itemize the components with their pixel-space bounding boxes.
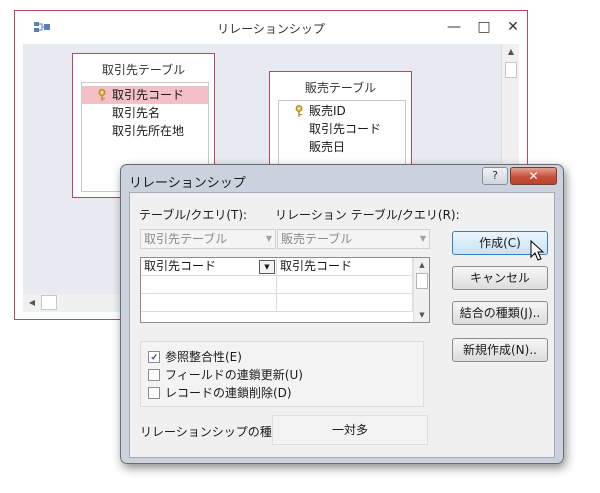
field-item[interactable]: 取引先コード (82, 86, 208, 104)
primary-key-icon (98, 89, 106, 101)
field-item[interactable]: 取引先コード (279, 120, 381, 138)
table-query-combo-value: 取引先テーブル (144, 232, 228, 246)
related-table-query-combo-value: 販売テーブル (281, 232, 353, 246)
field-mapping-grid[interactable]: 取引先コード ▼ 取引先コード ▲ ▼ (140, 257, 430, 323)
grid-scrollbar[interactable]: ▲ ▼ (413, 258, 429, 322)
cascade-update-label: フィールドの連鎖更新(U) (165, 368, 303, 382)
table-box-title: 取引先テーブル (101, 63, 186, 77)
grid-cell-right-value: 取引先コード (280, 259, 353, 273)
grid-cell-empty[interactable] (141, 276, 277, 294)
horizontal-scrollbar[interactable]: ◀ (23, 294, 133, 312)
grid-cell-empty[interactable] (277, 294, 413, 312)
field-name: 取引先名 (112, 106, 161, 120)
checkbox-box[interactable] (148, 387, 160, 399)
grid-cell-left[interactable]: 取引先コード (141, 258, 277, 276)
scroll-thumb-horizontal[interactable] (41, 295, 57, 310)
related-table-query-combo[interactable]: 販売テーブル ▼ (277, 229, 430, 249)
field-item[interactable]: 販売日 (279, 138, 345, 156)
field-item[interactable]: 取引先名 (82, 104, 160, 122)
cancel-button[interactable]: キャンセル (452, 266, 548, 290)
cascade-delete-label: レコードの連鎖削除(D) (165, 386, 292, 400)
chevron-down-icon[interactable]: ▼ (266, 230, 272, 248)
grid-scroll-thumb[interactable] (416, 273, 428, 289)
edit-relationships-dialog: リレーションシップ ? ✕ テーブル/クエリ(T): リレーション テーブル/ク… (120, 164, 564, 464)
maximize-icon[interactable]: □ (471, 16, 497, 38)
checkbox-box[interactable] (148, 351, 160, 363)
field-name: 取引先コード (309, 122, 382, 136)
grid-cell-left-value: 取引先コード (144, 259, 217, 273)
close-icon[interactable]: ✕ (500, 16, 526, 38)
checkbox-box[interactable] (148, 369, 160, 381)
scroll-up-icon[interactable]: ▲ (502, 44, 520, 60)
help-icon[interactable]: ? (482, 167, 508, 185)
scroll-left-icon[interactable]: ◀ (25, 296, 39, 310)
scroll-up-icon[interactable]: ▲ (414, 258, 430, 272)
integrity-options-group: 参照整合性(E) フィールドの連鎖更新(U) レコードの連鎖削除(D) (140, 341, 424, 407)
grid-dropdown-icon[interactable]: ▼ (259, 260, 275, 274)
table-box-title: 販売テーブル (304, 81, 377, 95)
dialog-body: テーブル/クエリ(T): リレーション テーブル/クエリ(R): 取引先テーブル… (129, 192, 555, 458)
grid-cell-empty[interactable] (141, 294, 277, 312)
field-item[interactable]: 取引先所在地 (82, 122, 184, 140)
check-icon (151, 354, 157, 360)
table-query-combo[interactable]: 取引先テーブル ▼ (140, 229, 276, 249)
dialog-title: リレーションシップ (129, 176, 246, 191)
grid-cell-empty[interactable] (277, 276, 413, 294)
minimize-icon[interactable]: — (441, 16, 467, 38)
chevron-down-icon[interactable]: ▼ (420, 230, 426, 248)
relationships-window-titlebar: リレーションシップ — □ ✕ (15, 11, 527, 43)
join-type-button[interactable]: 結合の種類(J).. (452, 301, 548, 325)
scroll-thumb[interactable] (505, 62, 517, 78)
relationship-type-value: 一対多 (272, 415, 428, 445)
mouse-pointer-icon (530, 240, 545, 261)
scroll-down-icon[interactable]: ▼ (414, 308, 430, 322)
primary-key-icon (295, 105, 303, 117)
field-name: 販売ID (309, 104, 346, 118)
field-item[interactable]: 販売ID (279, 102, 346, 120)
create-new-button[interactable]: 新規作成(N).. (452, 338, 548, 362)
field-name: 取引先コード (112, 88, 185, 102)
dialog-close-icon[interactable]: ✕ (510, 167, 557, 185)
related-table-query-label: リレーション テーブル/クエリ(R): (275, 208, 460, 222)
grid-cell-right[interactable]: 取引先コード (277, 258, 413, 276)
relationship-type-label: リレーションシップの種類 (140, 425, 284, 439)
field-name: 販売日 (309, 140, 346, 154)
field-name: 取引先所在地 (112, 124, 185, 138)
referential-integrity-label: 参照整合性(E) (165, 350, 242, 364)
table-query-label: テーブル/クエリ(T): (139, 208, 248, 222)
